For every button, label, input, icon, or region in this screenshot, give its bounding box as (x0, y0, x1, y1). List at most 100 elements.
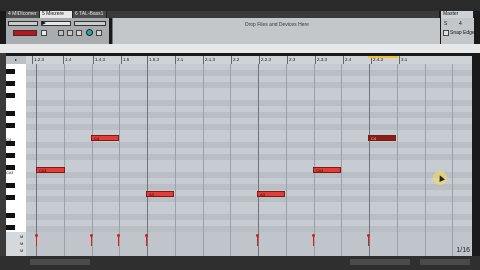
ruler-tick: 1.4.3 (93, 56, 106, 64)
grid-beat-line (285, 64, 287, 232)
grid-beat-line (147, 64, 148, 232)
timeline-ruler[interactable]: 1.2.3 1.4 1.4.3 1.5 1.5.3 2.1 2.1.3 2.2 … (26, 56, 472, 64)
velocity-beat-line (424, 232, 426, 256)
black-key[interactable] (6, 81, 15, 86)
black-key[interactable] (6, 69, 15, 74)
editor-divider (0, 44, 480, 53)
solo-button[interactable] (58, 30, 64, 36)
ruler-tick: 2.4 (343, 56, 352, 64)
grid-beat-line (202, 64, 204, 232)
ruler-tick: 1.5.3 (147, 56, 160, 64)
velocity-beat-line (452, 232, 454, 256)
midi-note-selected[interactable]: C4 (368, 135, 396, 141)
velocity-beat-line (230, 232, 232, 256)
grid-beat-line (369, 64, 370, 232)
track-header-5[interactable]: 5 Miezere (40, 11, 73, 18)
taskbar-item[interactable] (350, 259, 410, 265)
grid-beat-line (230, 64, 232, 232)
grid-beat-line (258, 64, 259, 232)
track-header-4[interactable]: 4 MIDIcomer (6, 11, 40, 18)
grid-beat-line (174, 64, 176, 232)
black-key[interactable] (6, 153, 15, 158)
piano-label-c4: C4 (6, 137, 12, 142)
drop-zone-text: Drop Files and Devices Here (245, 22, 309, 28)
velocity-stem[interactable] (367, 234, 370, 246)
velocity-stem[interactable] (35, 234, 38, 246)
velocity-side: M M M (6, 232, 26, 256)
ruler-tick: 2.3 (287, 56, 296, 64)
velocity-beat-line (63, 232, 65, 256)
grid-beat-line (396, 64, 398, 232)
ruler-tick: 2.2.3 (259, 56, 272, 64)
monitor-button[interactable] (67, 30, 73, 36)
ruler-tick: 1.5 (121, 56, 130, 64)
midi-note[interactable]: A3 (257, 191, 285, 197)
velocity-beat-line (285, 232, 287, 256)
taskbar-item[interactable] (420, 259, 470, 265)
grid-beat-line (63, 64, 65, 232)
track-color-red (13, 30, 37, 36)
ruler-tick: 2.1.3 (203, 56, 216, 64)
black-key[interactable] (6, 225, 15, 230)
master-toggle[interactable] (443, 30, 449, 36)
play-icon[interactable] (42, 21, 46, 25)
piano-keyboard[interactable]: C4 C#3 (6, 64, 27, 232)
ruler-tick: 2.3.3 (315, 56, 328, 64)
black-key[interactable] (6, 111, 15, 116)
fold-button[interactable]: ▸ (6, 56, 26, 64)
velocity-stem[interactable] (90, 234, 93, 246)
midi-note[interactable]: A3 (146, 191, 174, 197)
grid-beat-line (424, 64, 426, 232)
black-key[interactable] (6, 183, 15, 188)
track-activator-button[interactable] (76, 30, 82, 36)
velocity-side-label: M (20, 234, 24, 239)
track6-clip-slot[interactable] (74, 21, 106, 26)
master-cue[interactable]: S (444, 21, 447, 27)
pan-knob[interactable] (86, 29, 93, 36)
velocity-beat-line (396, 232, 398, 256)
grid-beat-line (119, 64, 121, 232)
grid-beat-line (452, 64, 454, 232)
top-bar (0, 0, 480, 11)
volume-button[interactable] (96, 30, 102, 36)
snap-edge-label[interactable]: Snap Edge (450, 30, 475, 36)
track4-clip-slot[interactable] (8, 21, 38, 26)
grid-beat-line (91, 64, 93, 232)
velocity-beat-line (202, 232, 204, 256)
velocity-side-label: M (20, 241, 24, 246)
black-key[interactable] (6, 213, 15, 218)
grid-beat-line (313, 64, 315, 232)
grid-beat-line (36, 64, 37, 232)
ruler-tick: 1.4 (63, 56, 72, 64)
velocity-beat-line (341, 232, 343, 256)
grid-beat-line (341, 64, 343, 232)
ruler-tick: 2.1 (175, 56, 184, 64)
velocity-stem[interactable] (312, 234, 315, 246)
ruler-tick: 2.2 (231, 56, 240, 64)
loop-brace[interactable] (368, 56, 398, 58)
midi-note[interactable]: C4 (91, 135, 119, 141)
velocity-stem[interactable] (256, 234, 259, 246)
arm-button[interactable] (41, 30, 47, 36)
piano-label-cs3: C#3 (6, 170, 14, 175)
taskbar-item[interactable] (30, 259, 90, 265)
velocity-beat-line (174, 232, 176, 256)
black-key[interactable] (6, 123, 15, 128)
velocity-stem[interactable] (117, 234, 120, 246)
taskbar (0, 256, 480, 270)
black-key[interactable] (6, 195, 15, 200)
velocity-stem[interactable] (145, 234, 148, 246)
master-value: 4 (459, 21, 462, 27)
track-header-gap (107, 11, 439, 18)
page-indicator: 1/16 (456, 247, 470, 254)
track-header-6[interactable]: 6 TAL-Bass1 (73, 11, 107, 18)
velocity-lane[interactable]: 1/16 (26, 232, 472, 256)
note-grid[interactable]: C#3 C4 A3 A3 C#3 C4 (26, 64, 472, 232)
velocity-side-label: M (20, 248, 24, 253)
midi-note[interactable]: C#3 (313, 167, 341, 173)
master-header[interactable]: Master (441, 11, 474, 18)
black-key[interactable] (6, 93, 15, 98)
ruler-tick: 3.1 (399, 56, 408, 64)
midi-note[interactable]: C#3 (36, 167, 65, 173)
ruler-tick: 1.2.3 (32, 56, 45, 64)
